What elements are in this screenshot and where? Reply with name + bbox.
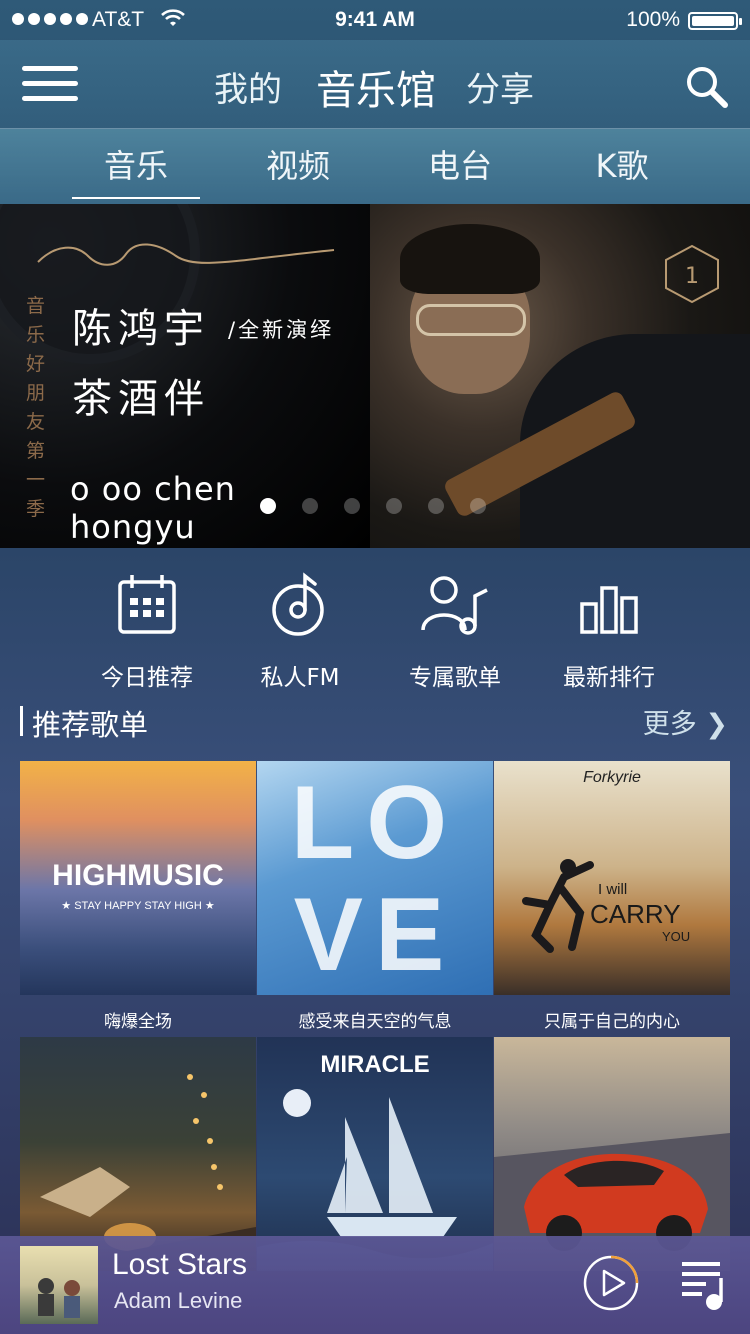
banner-pager[interactable] (260, 498, 486, 514)
banner-song: 茶酒伴 (72, 376, 210, 422)
top-navigation: 我的 音乐馆 分享 (0, 40, 750, 128)
menu-icon[interactable] (22, 66, 78, 102)
tab-radio[interactable]: 电台 (390, 141, 530, 187)
playlist-name: 只属于自己的内心 (544, 1012, 680, 1032)
chart-bars-icon (580, 586, 638, 634)
pager-dot[interactable] (344, 498, 360, 514)
cover-post: YOU (662, 929, 691, 944)
pager-dot[interactable] (470, 498, 486, 514)
promo-banner[interactable]: 音乐好朋友第一季 陈鸿宇 /全新演绎 茶酒伴 o oo chen hongyu … (0, 204, 750, 548)
play-icon[interactable] (582, 1254, 640, 1312)
shortcut-exclusive-playlist[interactable]: 专属歌单 (380, 570, 530, 692)
now-playing-title: Lost Stars (112, 1248, 248, 1281)
banner-text-panel: 音乐好朋友第一季 陈鸿宇 /全新演绎 茶酒伴 o oo chen hongyu (0, 204, 370, 548)
series-vertical-text: 音乐好朋友第一季 (26, 295, 46, 520)
pager-dot[interactable] (260, 498, 276, 514)
fm-disc-icon (272, 572, 324, 636)
banner-artist: 陈鸿宇 (72, 306, 210, 352)
status-bar: AT&T 9:41 AM 100% (0, 0, 750, 40)
playlist-card[interactable]: HIGHMUSIC ★ STAY HAPPY STAY HIGH ★ 嗨爆全场 (20, 761, 256, 1037)
playlist-cover: HIGHMUSIC ★ STAY HAPPY STAY HIGH ★ (20, 761, 256, 995)
tab-video[interactable]: 视频 (228, 141, 368, 187)
hexagon-badge-icon: 1 (665, 244, 719, 304)
shortcut-label: 最新排行 (563, 665, 655, 691)
playlist-card[interactable]: Forkyrie I will CARRY YOU 只属于自己的内心 (494, 761, 730, 1037)
jumping-person-image (522, 859, 594, 953)
pager-dot[interactable] (302, 498, 318, 514)
tab-music[interactable]: 音乐 (66, 141, 206, 199)
battery-icon (688, 12, 742, 30)
cover-title: CARRY (590, 899, 681, 929)
shortcut-label: 私人FM (260, 665, 340, 691)
shortcut-label: 今日推荐 (101, 665, 193, 691)
more-link[interactable]: 更多 ❯ (643, 702, 728, 741)
signature-stroke (37, 243, 335, 266)
playlist-queue-icon[interactable] (680, 1256, 728, 1312)
shortcut-row: 今日推荐 私人FM 专属歌单 最新排行 (0, 560, 750, 692)
category-tab-bar: 音乐 视频 电台 K歌 (0, 128, 750, 204)
mini-player[interactable]: Lost Stars Adam Levine (0, 1236, 750, 1334)
album-art-image (38, 1278, 80, 1318)
shortcut-daily-recommend[interactable]: 今日推荐 (72, 570, 222, 692)
cover-subtitle: ★ STAY HAPPY STAY HIGH ★ (61, 900, 215, 912)
playlist-name: 嗨爆全场 (104, 1012, 172, 1032)
more-label: 更多 (642, 709, 697, 740)
cover-pre: I will (598, 881, 628, 898)
shortcut-label: 专属歌单 (409, 665, 501, 691)
chevron-right-icon: ❯ (705, 709, 728, 740)
pager-dot[interactable] (386, 498, 402, 514)
cover-brand: Forkyrie (583, 769, 641, 786)
tab-share[interactable]: 分享 (466, 62, 534, 111)
playlist-card[interactable]: LOVE 感受来自天空的气息 (257, 761, 493, 1037)
tab-music-hall[interactable]: 音乐馆 (316, 58, 436, 116)
search-icon[interactable] (682, 62, 730, 110)
user-music-icon (421, 576, 488, 635)
tab-mine[interactable]: 我的 (214, 62, 282, 111)
shortcut-latest-charts[interactable]: 最新排行 (534, 570, 684, 692)
recommended-playlists-header: 推荐歌单 更多 ❯ (0, 700, 750, 744)
section-indicator (20, 706, 23, 736)
section-title: 推荐歌单 (32, 708, 149, 742)
battery-percentage: 100% (626, 8, 680, 31)
tab-karaoke[interactable]: K歌 (552, 141, 692, 187)
playlist-cover: Forkyrie I will CARRY YOU (494, 761, 730, 995)
cover-title: HIGHMUSIC (52, 859, 224, 892)
shortcut-private-fm[interactable]: 私人FM (225, 570, 375, 692)
playlist-cover: LOVE (257, 761, 493, 995)
now-playing-artist: Adam Levine (114, 1288, 243, 1313)
playlist-name: 感受来自天空的气息 (298, 1012, 452, 1032)
badge-number: 1 (685, 264, 699, 289)
calendar-icon (118, 575, 176, 634)
banner-tagline: /全新演绎 (228, 318, 335, 342)
cover-title: LOVE (290, 765, 460, 993)
pager-dot[interactable] (428, 498, 444, 514)
album-art[interactable] (20, 1246, 98, 1324)
